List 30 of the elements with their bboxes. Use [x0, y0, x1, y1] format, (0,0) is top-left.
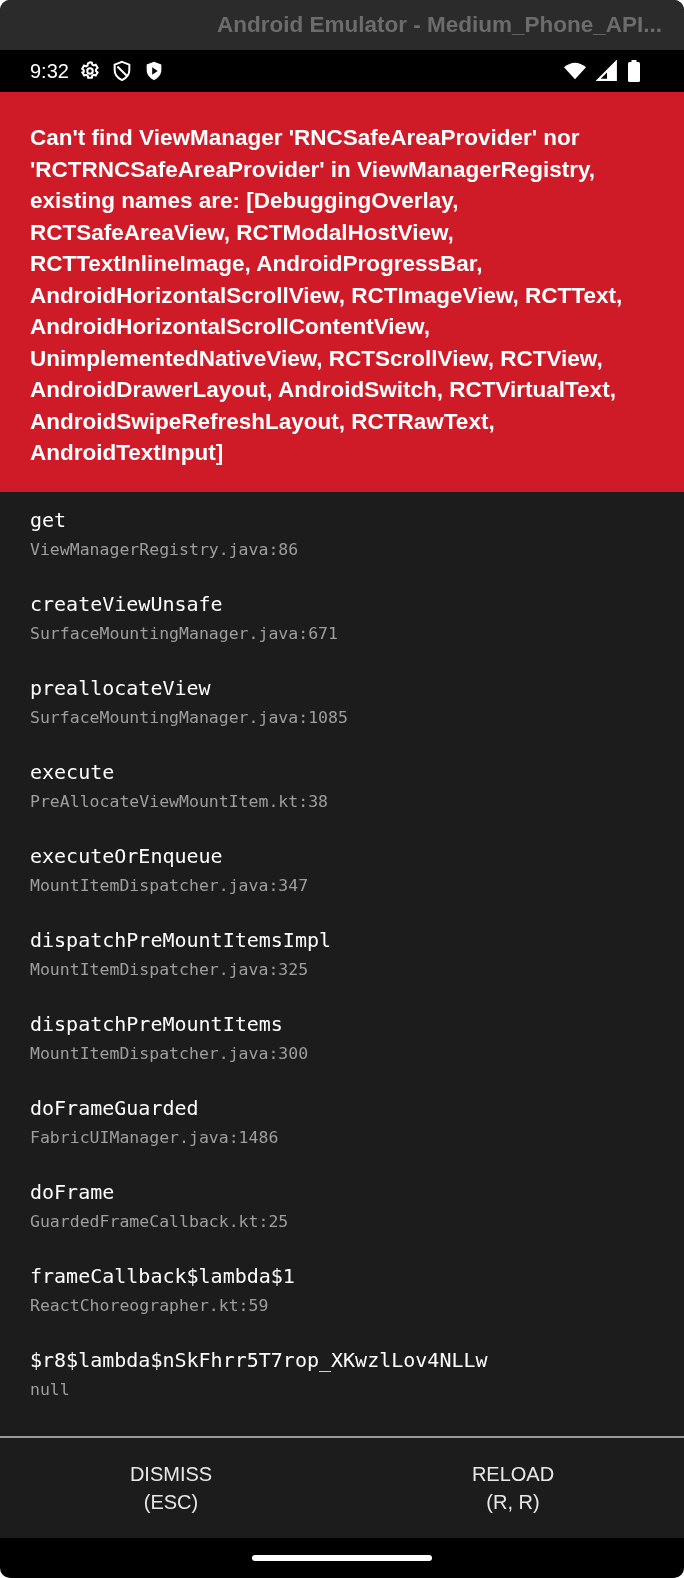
- stack-frame-file: GuardedFrameCallback.kt:25: [30, 1212, 289, 1231]
- battery-icon: [628, 60, 640, 82]
- stack-frame-file: ViewManagerRegistry.java:86: [30, 540, 299, 559]
- stack-frame-method[interactable]: dispatchPreMountItemsImpl: [30, 928, 332, 952]
- window-title: Android Emulator - Medium_Phone_API...: [216, 12, 662, 38]
- stack-frame-file: MountItemDispatcher.java:300: [30, 1044, 309, 1063]
- stack-frame-method[interactable]: $r8$lambda$nSkFhrr5T7rop_XKwzlLov4NLLw: [30, 1348, 488, 1372]
- stack-frame-method[interactable]: doFrame: [30, 1180, 115, 1204]
- stack-frame-file: MountItemDispatcher.java:325: [30, 960, 309, 979]
- stack-frame-method[interactable]: execute: [30, 760, 115, 784]
- stack-frame-method[interactable]: executeOrEnqueue: [30, 844, 223, 868]
- home-handle[interactable]: [252, 1555, 432, 1561]
- stack-frame-method[interactable]: dispatchPreMountItems: [30, 1012, 283, 1036]
- stack-frame-file: null: [30, 1380, 70, 1399]
- stack-frame-method[interactable]: preallocateView: [30, 676, 211, 700]
- clock-time: 9:32: [30, 59, 69, 83]
- stack-frame-file: SurfaceMountingManager.java:1085: [30, 708, 348, 727]
- stack-frame-file: SurfaceMountingManager.java:671: [30, 624, 338, 643]
- wifi-icon: [564, 60, 586, 82]
- stack-frame-file: FabricUIManager.java:1486: [30, 1128, 279, 1147]
- stack-frame-method[interactable]: createViewUnsafe: [30, 592, 223, 616]
- stack-frame-method[interactable]: frameCallback$lambda$1: [30, 1264, 295, 1288]
- gear-icon: [78, 60, 101, 82]
- stack-frame-file: PreAllocateViewMountItem.kt:38: [30, 792, 328, 811]
- cell-signal-icon: [596, 60, 618, 82]
- stack-frame-file: ReactChoreographer.kt:59: [30, 1296, 269, 1315]
- stack-frame-method[interactable]: get: [30, 508, 67, 532]
- stack-frame-file: MountItemDispatcher.java:347: [30, 876, 309, 895]
- stack-frame-method[interactable]: doFrameGuarded: [30, 1096, 199, 1120]
- error-message: Can't find ViewManager 'RNCSafeAreaProvider' nor 'RCTRNCSafeAreaProvider' in ViewManagerRegistry, existing names are: [DebuggingOverlay, RCTSafeAreaView, RCTModalHostView, RCTTextInlineImage, AndroidProgressBar, AndroidHorizontalScrollView, RCTImageView, RCTText, AndroidHorizontalScrollContentView, UnimplementedNativeView, RCTScrollView, RCTView, AndroidDrawerLayout, AndroidSwitch, RCTVirtualText, AndroidSwipeRefreshLayout, RCTRawText, AndroidTextInput]: [30, 124, 624, 467]
